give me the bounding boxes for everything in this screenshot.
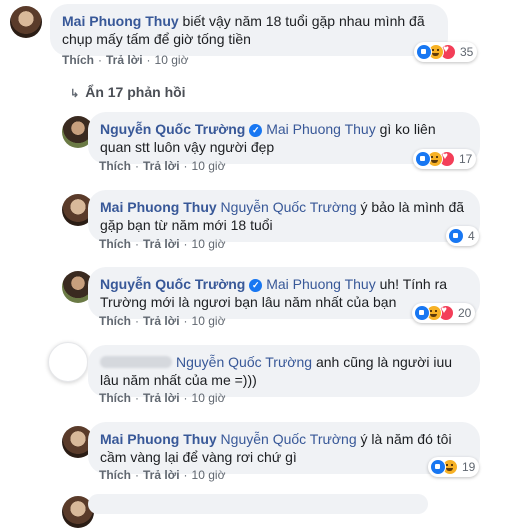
hide-replies-link[interactable]: ↳ Ẩn 17 phản hồi (70, 84, 186, 100)
comment-bubble: Mai Phuong Thuy biết vậy năm 18 tuổi gặp… (50, 4, 448, 56)
mention-tag[interactable]: Nguyễn Quốc Trường (176, 354, 312, 370)
verified-badge-icon: ✓ (249, 124, 263, 137)
comment-actions: Thích · Trả lời · 10 giờ (99, 391, 226, 405)
reaction-count: 4 (468, 229, 475, 243)
comment-author[interactable]: Mai Phuong Thuy (62, 13, 179, 29)
comment-actions: Thích · Trả lời · 10 giờ (99, 468, 226, 482)
reaction-count: 20 (458, 306, 472, 320)
reaction-count: 17 (459, 152, 473, 166)
reply-link[interactable]: Trả lời (106, 53, 143, 67)
mention-tag[interactable]: Mai Phuong Thuy (266, 121, 375, 137)
reply-link[interactable]: Trả lời (143, 314, 180, 328)
mention-tag[interactable]: Nguyễn Quốc Trường (221, 199, 357, 215)
reaction-summary[interactable]: 17 (413, 149, 477, 169)
hide-replies-label: Ẩn 17 phản hồi (85, 84, 186, 100)
redacted-author-name (100, 356, 172, 368)
like-reaction-icon (416, 44, 432, 60)
like-reaction-icon (414, 305, 430, 321)
like-reaction-icon (415, 151, 431, 167)
reaction-count: 19 (462, 460, 476, 474)
comment-actions: Thích · Trả lời · 10 giờ (99, 314, 226, 328)
reaction-count: 35 (460, 45, 474, 59)
like-link[interactable]: Thích (99, 468, 131, 482)
mention-tag[interactable]: Mai Phuong Thuy (266, 276, 375, 292)
comment-author[interactable]: Nguyễn Quốc Trường (100, 276, 245, 292)
mention-tag[interactable]: Nguyễn Quốc Trường (221, 431, 357, 447)
like-link[interactable]: Thích (99, 391, 131, 405)
comment-author[interactable]: Mai Phuong Thuy (100, 431, 217, 447)
like-link[interactable]: Thích (62, 53, 94, 67)
reply-link[interactable]: Trả lời (143, 468, 180, 482)
reaction-summary[interactable]: 20 (412, 303, 476, 323)
comment-bubble: Nguyễn Quốc Trường anh cũng là người iuu… (88, 345, 480, 397)
like-link[interactable]: Thích (99, 314, 131, 328)
like-reaction-icon (448, 228, 464, 244)
reaction-summary[interactable]: 35 (414, 42, 478, 62)
reaction-summary[interactable]: 4 (446, 226, 479, 246)
comment-bubble: Mai Phuong Thuy Nguyễn Quốc Trường ý bảo… (88, 190, 480, 242)
reaction-summary[interactable]: 19 (428, 457, 480, 477)
timestamp[interactable]: 10 giờ (192, 391, 226, 405)
timestamp[interactable]: 10 giờ (155, 53, 189, 67)
reply-link[interactable]: Trả lời (143, 391, 180, 405)
timestamp[interactable]: 10 giờ (192, 314, 226, 328)
timestamp[interactable]: 10 giờ (192, 237, 226, 251)
reply-link[interactable]: Trả lời (143, 159, 180, 173)
comment-actions: Thích · Trả lời · 10 giờ (99, 237, 226, 251)
like-reaction-icon (430, 459, 446, 475)
comment-actions: Thích · Trả lời · 10 giờ (99, 159, 226, 173)
comment-bubble: Mai Phuong Thuy Nguyễn Quốc Trường ý là … (88, 422, 480, 474)
reply-link[interactable]: Trả lời (143, 237, 180, 251)
comment-bubble (88, 494, 428, 514)
like-link[interactable]: Thích (99, 159, 131, 173)
like-link[interactable]: Thích (99, 237, 131, 251)
verified-badge-icon: ✓ (249, 279, 263, 292)
reply-arrow-icon: ↳ (70, 88, 80, 100)
comment-author[interactable]: Mai Phuong Thuy (100, 199, 217, 215)
comment-author[interactable]: Nguyễn Quốc Trường (100, 121, 245, 137)
avatar[interactable] (48, 342, 88, 382)
comment-actions: Thích · Trả lời · 10 giờ (62, 53, 189, 67)
avatar[interactable] (10, 6, 42, 38)
timestamp[interactable]: 10 giờ (192, 468, 226, 482)
timestamp[interactable]: 10 giờ (192, 159, 226, 173)
